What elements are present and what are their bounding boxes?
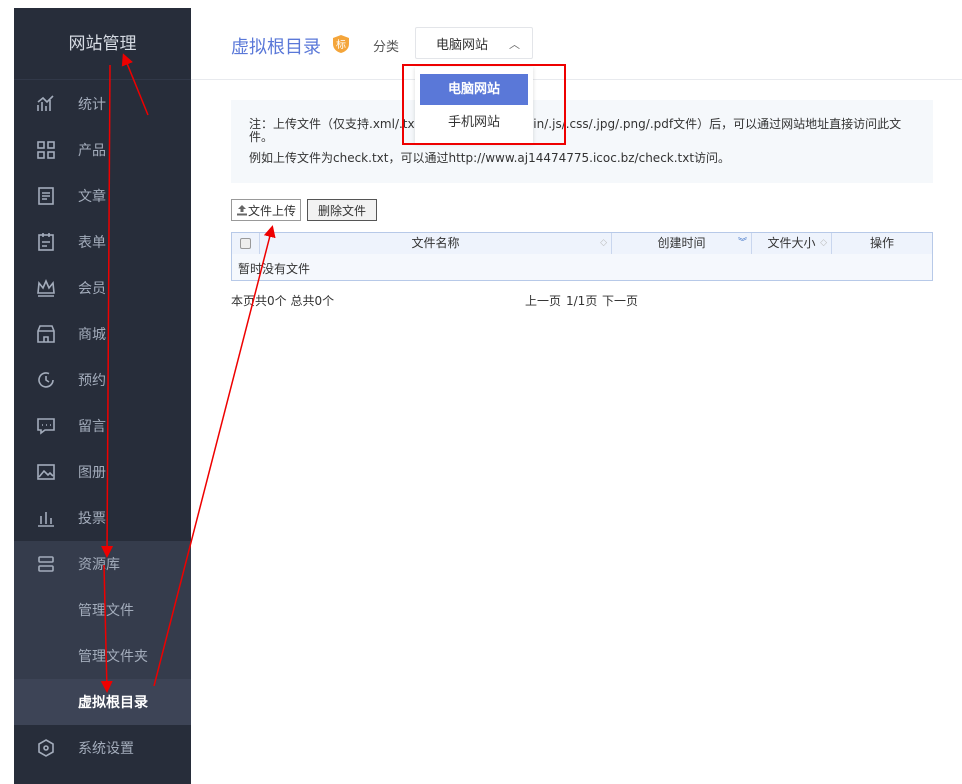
grid-icon [36, 140, 56, 160]
sidebar-item-label: 商城 [78, 327, 106, 343]
select-all-cell [232, 233, 260, 254]
sidebar-item-label: 虚拟根目录 [78, 695, 148, 711]
upload-note: 注：上传文件（仅支持.xml/.txt/.html/.htm/.cert/.bi… [231, 100, 933, 183]
message-icon [36, 416, 56, 436]
col-file-name[interactable]: 文件名称 ◇ [260, 233, 612, 254]
sidebar-item-4[interactable]: 会员 [14, 265, 191, 311]
clock-icon [36, 370, 56, 390]
select-all-checkbox[interactable] [240, 238, 251, 249]
sidebar-item-6[interactable]: 预约 [14, 357, 191, 403]
sort-desc-icon: ︾ [737, 238, 747, 248]
sidebar-item-label: 系统设置 [78, 741, 134, 757]
sidebar-item-label: 投票 [78, 511, 106, 527]
delete-file-button[interactable]: 删除文件 [307, 199, 378, 221]
sidebar-item-label: 产品 [78, 143, 106, 159]
note-line-2: 例如上传文件为check.txt，可以通过http://www.aj144747… [249, 151, 731, 165]
sidebar-subitem-2[interactable]: 虚拟根目录 [14, 679, 191, 725]
chevron-up-icon: ︿ [509, 38, 520, 51]
list-icon [36, 186, 56, 206]
sidebar-item-label: 管理文件夹 [78, 649, 148, 665]
page-summary: 本页共0个 总共0个 [231, 294, 335, 308]
sidebar-item-label: 留言 [78, 419, 106, 435]
bars-icon [36, 508, 56, 528]
sidebar-item-2[interactable]: 文章 [14, 173, 191, 219]
upload-file-button[interactable]: 文件上传 [231, 199, 302, 221]
col-file-size[interactable]: 文件大小 ◇ [752, 233, 832, 254]
sidebar-item-label: 图册 [78, 465, 106, 481]
sidebar-item-label: 管理文件 [78, 603, 134, 619]
gear-icon [36, 738, 56, 758]
sidebar-title: 网站管理 [14, 8, 191, 80]
database-icon [36, 554, 56, 574]
upload-icon [237, 205, 247, 216]
sidebar-item-1[interactable]: 产品 [14, 127, 191, 173]
image-icon [36, 462, 56, 482]
category-value: 电脑网站 [436, 37, 489, 53]
sidebar-subitem-1[interactable]: 管理文件夹 [14, 633, 191, 679]
sidebar-item-label: 统计 [78, 97, 106, 113]
sidebar-item-label: 预约 [78, 373, 106, 389]
note-line-1: 注：上传文件（仅支持.xml/.txt/.html/.htm/.cert/.bi… [249, 117, 902, 144]
sidebar-item-label: 会员 [78, 281, 106, 297]
chart-icon [36, 94, 56, 114]
prev-page-link[interactable]: 上一页 [525, 292, 561, 309]
sidebar-subitem-0[interactable]: 管理文件 [14, 587, 191, 633]
sidebar-item-label: 表单 [78, 235, 106, 251]
category-label: 分类 [373, 40, 400, 55]
sidebar-item-settings[interactable]: 系统设置 [14, 725, 191, 771]
sort-icon: ◇ [600, 238, 607, 248]
sidebar-item-label: 资源库 [78, 557, 120, 573]
crown-icon [36, 278, 56, 298]
upload-label: 文件上传 [248, 203, 297, 218]
clipboard-icon [36, 232, 56, 252]
category-select[interactable]: 电脑网站 ︿ [415, 27, 533, 59]
sort-icon: ◇ [820, 238, 827, 248]
col-created-time[interactable]: 创建时间 ︾ [612, 233, 752, 254]
sidebar-item-5[interactable]: 商城 [14, 311, 191, 357]
sidebar-item-label: 文章 [78, 189, 106, 205]
svg-text:标: 标 [336, 39, 346, 51]
sidebar-item-0[interactable]: 统计 [14, 81, 191, 127]
next-page-link[interactable]: 下一页 [602, 292, 638, 309]
sidebar-item-3[interactable]: 表单 [14, 219, 191, 265]
sidebar-item-10[interactable]: 资源库 [14, 541, 191, 587]
page-indicator: 1/1页 [566, 294, 598, 308]
sidebar-item-8[interactable]: 图册 [14, 449, 191, 495]
file-table: 文件名称 ◇ 创建时间 ︾ 文件大小 ◇ 操作 暂时没有文件 [231, 232, 933, 281]
store-icon [36, 324, 56, 344]
col-actions: 操作 [832, 233, 932, 254]
page-title: 虚拟根目录 [231, 37, 321, 58]
empty-message: 暂时没有文件 [238, 262, 311, 276]
badge-icon: 标 [333, 35, 349, 53]
sidebar-item-7[interactable]: 留言 [14, 403, 191, 449]
sidebar-item-9[interactable]: 投票 [14, 495, 191, 541]
annotation-highlight-box [402, 64, 566, 145]
